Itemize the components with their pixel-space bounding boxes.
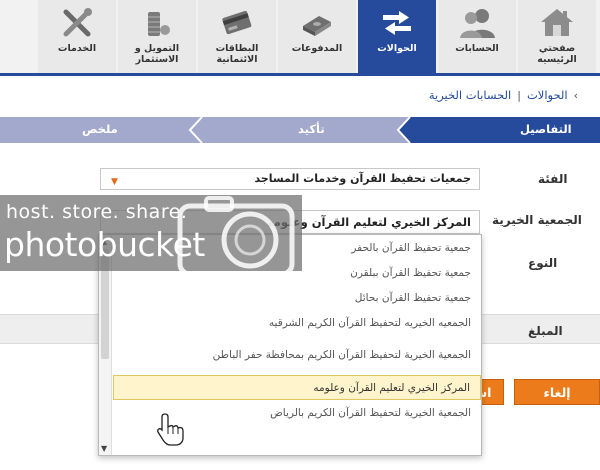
top-navigation: صفحتي الرئيسيه الحسابات الحوالات المدفوع…: [0, 0, 600, 76]
breadcrumb-current: الحسابات الخيرية: [428, 88, 512, 102]
hand-pointer-icon: [157, 413, 184, 446]
amount-label: المبلغ: [528, 324, 563, 338]
dropdown-option-highlighted[interactable]: المركز الخيري لتعليم القرآن وعلومه: [113, 375, 481, 400]
home-icon: [541, 9, 573, 36]
step-summary: ملخص: [82, 122, 118, 136]
nav-empty-slot: [0, 0, 36, 73]
nav-label-transfers: الحوالات: [377, 43, 417, 54]
association-label: الجمعية الخيرية: [492, 213, 582, 227]
accounts-users-icon: [460, 9, 495, 38]
watermark-tagline: host. store. share.: [6, 201, 188, 223]
category-select[interactable]: جمعيات تحفيظ القرآن وخدمات المساجد ▼: [100, 168, 480, 190]
scroll-down-icon[interactable]: ▼: [101, 444, 107, 453]
nav-item-accounts[interactable]: الحسابات: [438, 0, 516, 73]
nav-item-payments[interactable]: المدفوعات: [278, 0, 356, 73]
dropdown-option[interactable]: جمعية تحفيظ القرآن بحائل: [113, 285, 481, 310]
dropdown-arrow-icon: ▼: [111, 177, 118, 187]
category-value: جمعيات تحفيظ القرآن وخدمات المساجد: [254, 172, 471, 185]
type-label: النوع: [528, 256, 558, 270]
tools-icon: [63, 8, 92, 37]
nav-label-financing: التمويل و الاستثمار: [134, 43, 180, 65]
nav-label-accounts: الحسابات: [455, 43, 499, 54]
cancel-button[interactable]: إلغاء: [514, 379, 600, 405]
wizard-steps: التفاصيل تأكيد ملخص: [0, 114, 600, 146]
option-text: جمعية تحفيظ القرآن بحائل: [354, 291, 471, 304]
nav-label-services: الخدمات: [57, 43, 97, 54]
dropdown-option[interactable]: الجمعية الخيرية لتحفيظ القرآن الكريم بمح…: [113, 335, 481, 375]
option-text: جمعية تحفيظ القرآن ببلقرن: [350, 266, 471, 279]
camera-logo-icon: [177, 196, 295, 277]
nav-item-financing[interactable]: التمويل و الاستثمار: [118, 0, 196, 73]
payments-money-icon: [303, 16, 331, 36]
app-window: صفحتي الرئيسيه الحسابات الحوالات المدفوع…: [0, 0, 600, 470]
step-details: التفاصيل: [520, 122, 572, 136]
option-text: المركز الخيري لتعليم القرآن وعلومه: [313, 381, 470, 394]
breadcrumb-root[interactable]: الحوالات: [527, 88, 568, 102]
nav-label-home: صفحتي الرئيسيه: [537, 43, 577, 65]
nav-label-payments: المدفوعات: [291, 43, 343, 54]
option-text: جمعية تحفيظ القرآن بالحفر: [351, 241, 471, 254]
breadcrumb-separator-icon: |: [517, 88, 521, 102]
option-text: الجمعيه الخيريه لتحفيظ القرآن الكريم الش…: [268, 316, 471, 329]
cancel-label: إلغاء: [543, 384, 571, 400]
option-text: الجمعية الخيرية لتحفيظ القرآن الكريم بال…: [270, 406, 471, 419]
credit-card-icon: [222, 10, 252, 35]
nav-item-home[interactable]: صفحتي الرئيسيه: [518, 0, 596, 73]
nav-label-credit-cards: البطاقات الائتمانية: [215, 43, 259, 65]
option-text: الجمعية الخيرية لتحفيظ القرآن الكريم بمح…: [212, 349, 471, 361]
nav-item-transfers[interactable]: الحوالات: [358, 0, 436, 73]
breadcrumb-chevron-icon: ›: [573, 88, 578, 102]
nav-item-services[interactable]: الخدمات: [38, 0, 116, 73]
dropdown-option[interactable]: الجمعيه الخيريه لتحفيظ القرآن الكريم الش…: [113, 310, 481, 335]
transfer-arrows-icon: [383, 11, 411, 35]
breadcrumb: › الحوالات | الحسابات الخيرية: [429, 88, 578, 102]
category-label: الفئة: [538, 172, 568, 186]
coins-stack-icon: [148, 12, 170, 36]
step-confirm: تأكيد: [298, 122, 325, 136]
nav-item-credit-cards[interactable]: البطاقات الائتمانية: [198, 0, 276, 73]
watermark-brand: photobucket: [4, 225, 205, 264]
